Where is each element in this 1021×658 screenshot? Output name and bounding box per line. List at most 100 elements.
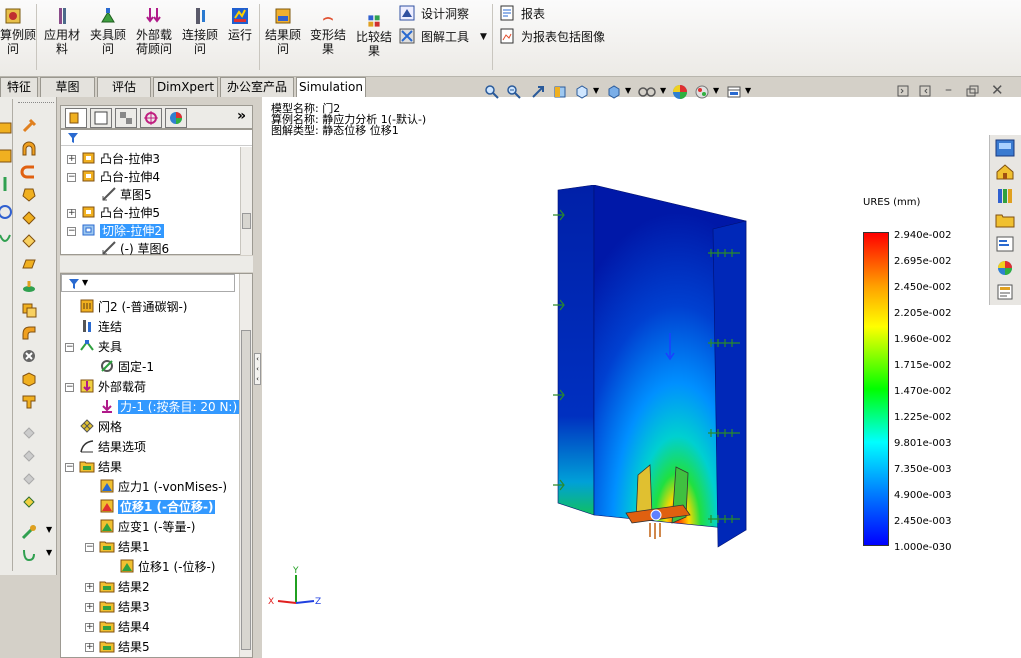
display-style-dropdown[interactable]: ▼ (625, 86, 631, 95)
loft-tool-icon[interactable] (0, 203, 14, 221)
edit-appearance-icon[interactable] (672, 84, 688, 100)
display-style-icon[interactable] (606, 84, 622, 100)
previous-view-icon[interactable] (530, 84, 546, 100)
sim-item-result5-folder[interactable]: 结果5 (99, 638, 150, 656)
sim-item-result1-folder[interactable]: 结果1 (99, 538, 150, 556)
tree-item-boss-extrude3[interactable]: 凸台-拉伸3 (81, 150, 160, 168)
box-tool-icon[interactable] (20, 370, 38, 388)
sim-item-fixed-1[interactable]: 固定-1 (99, 358, 154, 376)
curves-dropdown-arrow[interactable]: ▼ (46, 548, 52, 557)
hide-show-dropdown[interactable]: ▼ (660, 86, 666, 95)
plot-tools-dropdown-arrow[interactable]: ▼ (480, 27, 487, 47)
sim-item-displacement1-sub[interactable]: 位移1 (-位移-) (119, 558, 215, 576)
design-library-icon[interactable] (995, 187, 1015, 205)
deformed-result-button[interactable]: 变形结 果 (307, 12, 349, 56)
section-view-icon[interactable] (552, 84, 568, 100)
sim-item-result2-folder[interactable]: 结果2 (99, 578, 150, 596)
study-advisor-button[interactable]: 算例顾 问 (0, 4, 36, 56)
compare-results-button[interactable]: 比较结 果 (353, 12, 395, 58)
scrollbar-thumb[interactable] (242, 213, 251, 229)
tool-settings-icon[interactable] (20, 523, 38, 541)
filter-dropdown-arrow[interactable]: ▼ (82, 278, 88, 287)
hide-show-items-icon[interactable] (637, 84, 657, 100)
run-button[interactable]: 运行 (225, 4, 255, 42)
hook-tool-icon[interactable] (20, 163, 38, 181)
solidworks-resources-icon[interactable] (995, 139, 1015, 157)
mirror-tool-icon[interactable] (20, 301, 38, 319)
intersect-tool-icon[interactable] (20, 232, 38, 250)
sim-item-strain1[interactable]: 应变1 (-等量-) (99, 518, 195, 536)
view-settings-icon[interactable] (726, 84, 742, 100)
apply-material-button[interactable]: 应用材 料 (42, 4, 82, 56)
delete-face-tool-icon[interactable] (20, 347, 38, 365)
sweep-tool-icon[interactable] (0, 175, 14, 193)
appearances-icon[interactable] (995, 259, 1015, 277)
pane-splitter[interactable] (60, 256, 253, 272)
expand-toggle[interactable]: + (67, 155, 76, 164)
expand-toggle[interactable]: + (67, 209, 76, 218)
sim-item-displacement1[interactable]: 位移1 (-合位移-) (99, 498, 216, 516)
property-manager-tab-icon[interactable] (90, 108, 112, 128)
search-view-icon[interactable] (995, 235, 1015, 253)
more-tabs-chevron-icon[interactable]: » (237, 108, 246, 124)
instant-3d-icon[interactable] (20, 493, 38, 511)
results-advisor-button[interactable]: 结果顾 问 (262, 4, 304, 56)
collapse-toggle[interactable]: − (65, 383, 74, 392)
graphics-area[interactable]: 模型名称: 门2 算例名称: 静应力分析 1(-默认-) 图解类型: 静态位移 … (262, 81, 1021, 658)
revolve-tool-icon[interactable] (0, 147, 14, 165)
sim-item-results[interactable]: 结果 (79, 458, 122, 476)
view-settings-dropdown[interactable]: ▼ (745, 86, 751, 95)
apply-scene-dropdown[interactable]: ▼ (713, 86, 719, 95)
feature-tree-scrollbar[interactable] (240, 147, 252, 255)
sim-item-mesh[interactable]: 网格 (79, 418, 122, 436)
collapse-toggle[interactable]: − (67, 173, 76, 182)
collapse-toggle[interactable]: − (85, 543, 94, 552)
sim-item-external-loads[interactable]: 外部载荷 (79, 378, 146, 396)
tab-features[interactable]: 特征 (0, 77, 38, 97)
dimxpert-manager-tab-icon[interactable] (140, 108, 162, 128)
plane-tool-icon[interactable] (20, 255, 38, 273)
fillet-tool-icon[interactable] (20, 324, 38, 342)
connections-advisor-button[interactable]: 连接顾 问 (180, 4, 220, 56)
expand-toggle[interactable]: + (85, 583, 94, 592)
fixtures-advisor-button[interactable]: 夹具顾 问 (88, 4, 128, 56)
configuration-manager-tab-icon[interactable] (115, 108, 137, 128)
expand-toggle[interactable]: + (85, 603, 94, 612)
sim-tree-filter-bar[interactable]: ▼ (61, 274, 235, 292)
tree-item-cut-extrude2[interactable]: 切除-拉伸2 (81, 222, 164, 240)
home-icon[interactable] (995, 163, 1015, 181)
display-manager-tab-icon[interactable] (165, 108, 187, 128)
tab-simulation[interactable]: Simulation (296, 77, 366, 98)
file-explorer-icon[interactable] (995, 211, 1015, 229)
zoom-to-area-icon[interactable] (506, 84, 522, 100)
apply-scene-icon[interactable] (694, 84, 710, 100)
sim-item-part[interactable]: 门2 (-普通碳钢-) (79, 298, 187, 316)
minimize-icon[interactable]: – (945, 82, 952, 98)
split-tool-icon[interactable] (20, 393, 38, 411)
expand-toggle[interactable]: + (85, 643, 94, 652)
view-orientation-dropdown[interactable]: ▼ (593, 86, 599, 95)
restore-icon[interactable] (966, 85, 980, 97)
split-pane-icon[interactable] (919, 85, 931, 97)
custom-properties-icon[interactable] (995, 283, 1015, 301)
zoom-to-fit-icon[interactable] (484, 84, 500, 100)
sim-item-connections[interactable]: 连结 (79, 318, 122, 336)
boundary-tool-icon[interactable] (0, 231, 14, 249)
report-button[interactable]: 报表 (499, 4, 545, 24)
tab-evaluate[interactable]: 评估 (97, 77, 151, 97)
external-loads-advisor-button[interactable]: 外部载 荷顾问 (133, 4, 175, 56)
sim-item-stress1[interactable]: 应力1 (-vonMises-) (99, 478, 227, 496)
curves-tool-icon[interactable] (20, 546, 38, 564)
tab-sketch[interactable]: 草图 (40, 77, 95, 97)
shell-tool-icon[interactable] (20, 186, 38, 204)
pin-tool-icon[interactable] (20, 117, 38, 135)
restore-pane-icon[interactable] (897, 85, 909, 97)
design-insight-button[interactable]: 设计洞察 (399, 4, 469, 24)
plot-tools-button[interactable]: 图解工具 (399, 27, 469, 47)
sim-tree-scrollbar[interactable] (239, 274, 252, 657)
collapse-toggle[interactable]: − (65, 463, 74, 472)
sim-item-fixtures[interactable]: 夹具 (79, 338, 122, 356)
tree-item-boss-extrude4[interactable]: 凸台-拉伸4 (81, 168, 160, 186)
tab-office-products[interactable]: 办公室产品 (220, 77, 294, 97)
tab-dimxpert[interactable]: DimXpert (153, 77, 218, 97)
